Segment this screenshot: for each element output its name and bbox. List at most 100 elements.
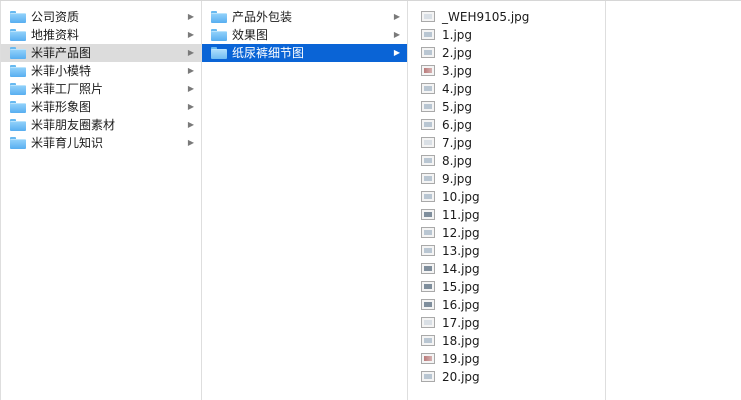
- image-file-icon: [421, 353, 435, 364]
- file-row[interactable]: 1.jpg: [408, 26, 605, 44]
- folder-row[interactable]: 米菲工厂照片 ▶: [1, 80, 201, 98]
- file-row[interactable]: 3.jpg: [408, 62, 605, 80]
- file-row[interactable]: 7.jpg: [408, 134, 605, 152]
- folder-row[interactable]: 效果图 ▶: [202, 26, 407, 44]
- file-label: 13.jpg: [442, 244, 480, 258]
- file-row[interactable]: 18.jpg: [408, 332, 605, 350]
- folder-row[interactable]: 产品外包装 ▶: [202, 8, 407, 26]
- column-2-list: 产品外包装 ▶ 效果图 ▶ 纸尿裤细节图 ▶: [202, 8, 407, 62]
- folder-icon: [211, 11, 227, 23]
- image-file-icon: [421, 191, 435, 202]
- file-label: 18.jpg: [442, 334, 480, 348]
- file-row[interactable]: 2.jpg: [408, 44, 605, 62]
- empty-preview-column: [606, 1, 741, 400]
- chevron-right-icon: ▶: [187, 84, 194, 93]
- finder-column-browser: 公司资质 ▶ 地推资料 ▶ 米菲产品图 ▶ 米菲小模特 ▶ 米菲工厂照片 ▶ 米菲形象图 ▶ 米菲朋友圈…: [0, 0, 741, 400]
- folder-row[interactable]: 公司资质 ▶: [1, 8, 201, 26]
- image-file-icon: [421, 65, 435, 76]
- file-label: 14.jpg: [442, 262, 480, 276]
- chevron-right-icon: ▶: [187, 48, 194, 57]
- folder-label: 米菲育儿知识: [31, 136, 104, 150]
- column-3[interactable]: _WEH9105.jpg 1.jpg 2.jpg 3.jpg 4.jpg 5.jpg 6.j…: [408, 1, 606, 400]
- file-row[interactable]: 5.jpg: [408, 98, 605, 116]
- image-file-icon: [421, 209, 435, 220]
- folder-icon: [10, 137, 26, 149]
- folder-icon: [10, 83, 26, 95]
- chevron-right-icon: ▶: [187, 102, 194, 111]
- folder-row[interactable]: 米菲小模特 ▶: [1, 62, 201, 80]
- file-row[interactable]: 16.jpg: [408, 296, 605, 314]
- chevron-right-icon: ▶: [187, 66, 194, 75]
- folder-label: 米菲形象图: [31, 100, 92, 114]
- folder-label: 米菲产品图: [31, 46, 92, 60]
- folder-row[interactable]: 米菲育儿知识 ▶: [1, 134, 201, 152]
- image-file-icon: [421, 155, 435, 166]
- folder-label: 效果图: [232, 28, 269, 42]
- file-row[interactable]: 11.jpg: [408, 206, 605, 224]
- chevron-right-icon: ▶: [393, 12, 400, 21]
- file-label: 19.jpg: [442, 352, 480, 366]
- file-label: 17.jpg: [442, 316, 480, 330]
- image-file-icon: [421, 299, 435, 310]
- file-label: 4.jpg: [442, 82, 473, 96]
- folder-row[interactable]: 米菲产品图 ▶: [1, 44, 201, 62]
- file-label: 8.jpg: [442, 154, 473, 168]
- file-label: 12.jpg: [442, 226, 480, 240]
- column-2[interactable]: 产品外包装 ▶ 效果图 ▶ 纸尿裤细节图 ▶: [202, 1, 408, 400]
- image-file-icon: [421, 137, 435, 148]
- folder-row[interactable]: 纸尿裤细节图 ▶: [202, 44, 407, 62]
- folder-label: 纸尿裤细节图: [232, 46, 305, 60]
- image-file-icon: [421, 29, 435, 40]
- file-row[interactable]: 15.jpg: [408, 278, 605, 296]
- file-row[interactable]: 4.jpg: [408, 80, 605, 98]
- file-row[interactable]: 9.jpg: [408, 170, 605, 188]
- file-label: 10.jpg: [442, 190, 480, 204]
- file-label: 9.jpg: [442, 172, 473, 186]
- file-label: _WEH9105.jpg: [442, 10, 530, 24]
- image-file-icon: [421, 317, 435, 328]
- file-row[interactable]: 19.jpg: [408, 350, 605, 368]
- folder-icon: [10, 47, 26, 59]
- image-file-icon: [421, 47, 435, 58]
- folder-label: 米菲小模特: [31, 64, 92, 78]
- image-file-icon: [421, 173, 435, 184]
- file-row[interactable]: 10.jpg: [408, 188, 605, 206]
- file-label: 15.jpg: [442, 280, 480, 294]
- file-row[interactable]: 12.jpg: [408, 224, 605, 242]
- file-label: 1.jpg: [442, 28, 473, 42]
- image-file-icon: [421, 281, 435, 292]
- image-file-icon: [421, 245, 435, 256]
- chevron-right-icon: ▶: [187, 12, 194, 21]
- file-label: 2.jpg: [442, 46, 473, 60]
- image-file-icon: [421, 119, 435, 130]
- folder-icon: [10, 101, 26, 113]
- file-label: 6.jpg: [442, 118, 473, 132]
- folder-label: 产品外包装: [232, 10, 293, 24]
- folder-row[interactable]: 地推资料 ▶: [1, 26, 201, 44]
- image-file-icon: [421, 335, 435, 346]
- file-row[interactable]: 17.jpg: [408, 314, 605, 332]
- folder-icon: [211, 47, 227, 59]
- folder-icon: [10, 119, 26, 131]
- folder-icon: [211, 29, 227, 41]
- chevron-right-icon: ▶: [187, 120, 194, 129]
- column-1-list: 公司资质 ▶ 地推资料 ▶ 米菲产品图 ▶ 米菲小模特 ▶ 米菲工厂照片 ▶ 米菲形象图 ▶ 米菲朋友圈…: [1, 8, 201, 152]
- folder-row[interactable]: 米菲形象图 ▶: [1, 98, 201, 116]
- file-row[interactable]: 13.jpg: [408, 242, 605, 260]
- folder-label: 公司资质: [31, 10, 80, 24]
- chevron-right-icon: ▶: [393, 48, 400, 57]
- column-1[interactable]: 公司资质 ▶ 地推资料 ▶ 米菲产品图 ▶ 米菲小模特 ▶ 米菲工厂照片 ▶ 米菲形象图 ▶ 米菲朋友圈…: [0, 1, 202, 400]
- file-label: 20.jpg: [442, 370, 480, 384]
- file-row[interactable]: _WEH9105.jpg: [408, 8, 605, 26]
- file-label: 11.jpg: [442, 208, 480, 222]
- image-file-icon: [421, 263, 435, 274]
- folder-row[interactable]: 米菲朋友圈素材 ▶: [1, 116, 201, 134]
- file-row[interactable]: 8.jpg: [408, 152, 605, 170]
- file-row[interactable]: 14.jpg: [408, 260, 605, 278]
- file-row[interactable]: 20.jpg: [408, 368, 605, 386]
- chevron-right-icon: ▶: [187, 138, 194, 147]
- file-row[interactable]: 6.jpg: [408, 116, 605, 134]
- image-file-icon: [421, 101, 435, 112]
- image-file-icon: [421, 11, 435, 22]
- file-label: 3.jpg: [442, 64, 473, 78]
